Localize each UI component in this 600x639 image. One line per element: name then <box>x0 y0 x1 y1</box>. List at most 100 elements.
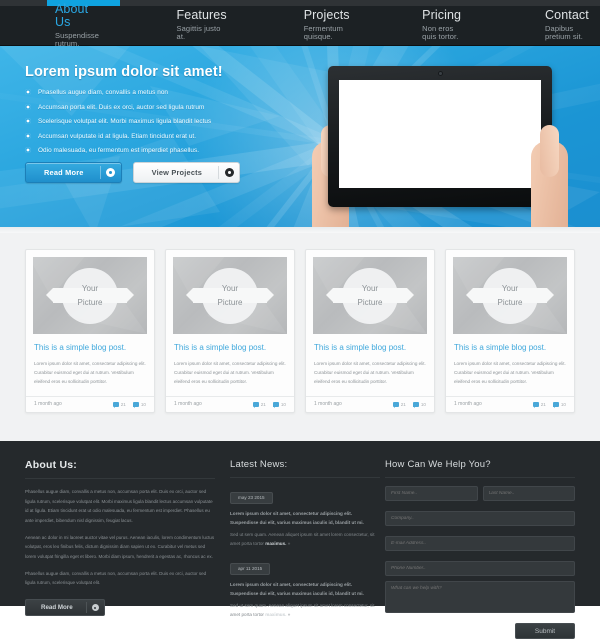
nav-item-projects[interactable]: Projects Fermentum quisque. <box>294 9 360 41</box>
blog-card-grid: Your Picture This is a simple blog post. Lo… <box>0 249 600 413</box>
list-item-label: Odio malesuada, eu fermentum est imperdi… <box>38 147 200 155</box>
picture-placeholder-label: Your Picture <box>453 282 567 310</box>
tablet-device <box>328 66 552 207</box>
list-item-label: Accumsan vulputate id at ligula. Etiam t… <box>38 132 197 140</box>
card-title[interactable]: This is a simple blog post. <box>34 343 147 352</box>
picture-top-label: Your <box>221 283 239 293</box>
hero-banner: Lorem ipsum dolor sit amet! Phasellus au… <box>0 46 600 227</box>
hand-right-icon <box>531 125 568 227</box>
picture-top-label: Your <box>501 283 519 293</box>
site-footer: About Us: Phasellus augue diam, convalli… <box>0 441 600 639</box>
card-title[interactable]: This is a simple blog post. <box>314 343 427 352</box>
comment-icon <box>132 401 139 409</box>
comment-icon <box>272 401 279 409</box>
read-more-button[interactable]: Read More <box>25 161 122 183</box>
views-meta: 21 <box>112 401 126 409</box>
footer-news-column: Latest News: may 23 2015 Lorem ipsum dolo… <box>230 459 380 639</box>
divider <box>25 478 215 479</box>
about-heading: About Us: <box>25 459 77 471</box>
card-footer: 1 month ago 21 10 <box>306 395 434 412</box>
nav-label: About Us <box>55 1 89 30</box>
webpage-template: About Us Suspendisse rutrum. Features Sa… <box>0 0 600 639</box>
comments-meta: 10 <box>412 401 426 409</box>
nav-item-contact[interactable]: Contact Dapibus pretium sit. <box>535 9 600 41</box>
footer-read-more-button[interactable]: Read More <box>25 599 105 617</box>
card-title[interactable]: This is a simple blog post. <box>454 343 567 352</box>
comments-meta: 10 <box>272 401 286 409</box>
card-timestamp: 1 month ago <box>34 401 62 408</box>
nav-sublabel: Dapibus pretium sit. <box>545 24 583 42</box>
divider <box>230 477 380 478</box>
blog-card[interactable]: Your Picture This is a simple blog post. Lo… <box>445 249 575 413</box>
nav-item-features[interactable]: Features Sagittis justo at. <box>167 9 237 41</box>
card-meta-group: 21 10 <box>112 401 146 409</box>
bullet-icon <box>25 132 31 139</box>
email-field[interactable] <box>385 536 575 551</box>
nav-label: Features <box>176 8 227 23</box>
blog-card[interactable]: Your Picture This is a simple blog post. Lo… <box>25 249 155 413</box>
news-date-badge: may 23 2015 <box>230 491 273 504</box>
about-paragraph: Aenean ac dolor in mi laoreet auctor vit… <box>25 534 215 560</box>
picture-bottom-label: Picture <box>497 297 523 307</box>
comment-icon <box>552 401 559 409</box>
news-lead: Lorem ipsum dolor sit amet, consectetur … <box>230 581 364 596</box>
last-name-field[interactable] <box>482 486 575 501</box>
message-field[interactable] <box>385 581 575 613</box>
comment-icon <box>412 401 419 409</box>
views-count: 21 <box>260 401 266 407</box>
submit-button[interactable]: Submit <box>515 623 575 639</box>
main-navigation[interactable]: About Us Suspendisse rutrum. Features Sa… <box>0 1 600 49</box>
views-count: 21 <box>540 401 546 407</box>
card-excerpt: Lorem ipsum dolor sit amet, consectetur … <box>174 361 286 385</box>
view-projects-button[interactable]: View Projects <box>132 161 241 183</box>
company-field[interactable] <box>385 511 575 526</box>
list-item-label: Scelerisque volutpat elit. Morbi maximus… <box>38 118 212 126</box>
card-title[interactable]: This is a simple blog post. <box>174 343 287 352</box>
bullet-icon <box>25 103 31 110</box>
comments-meta: 10 <box>132 401 146 409</box>
bullet-icon <box>25 147 31 154</box>
news-item: apr 11 2015 Lorem ipsum dolor sit amet, c… <box>230 557 380 619</box>
blog-card[interactable]: Your Picture This is a simple blog post. Lo… <box>305 249 435 413</box>
nav-sublabel: Fermentum quisque. <box>303 24 343 42</box>
views-meta: 21 <box>392 401 406 409</box>
picture-placeholder-label: Your Picture <box>33 282 147 310</box>
eye-icon <box>112 401 119 409</box>
picture-bottom-label: Picture <box>357 297 383 307</box>
divider <box>385 477 575 478</box>
picture-top-label: Your <box>81 283 99 293</box>
nav-item-about-us[interactable]: About Us Suspendisse rutrum. <box>45 1 112 49</box>
phone-field[interactable] <box>385 561 575 576</box>
footer-contact-form: How Can We Help You? Submit <box>385 459 575 639</box>
first-name-field[interactable] <box>385 486 478 501</box>
news-item: may 23 2015 Lorem ipsum dolor sit amet, c… <box>230 486 380 548</box>
about-paragraph: Phasellus augue diam, convallis a metus … <box>25 570 207 586</box>
about-paragraph: Phasellus augue diam, convallis a metus … <box>25 489 213 524</box>
news-lead: Lorem ipsum dolor sit amet, consectetur … <box>230 510 364 525</box>
comments-count: 10 <box>280 401 286 407</box>
news-heading: Latest News: <box>230 459 288 470</box>
comments-meta: 10 <box>552 401 566 409</box>
blog-card[interactable]: Your Picture This is a simple blog post. Lo… <box>165 249 295 413</box>
card-footer: 1 month ago 21 10 <box>26 395 154 412</box>
news-sub: Sed ut sem quam. Aenean aliquet ipsum si… <box>230 530 380 548</box>
card-excerpt: Lorem ipsum dolor sit amet, consectetur … <box>34 361 146 385</box>
card-timestamp: 1 month ago <box>174 401 202 408</box>
news-sub: Sed ut sem quam. Aenean aliquet ipsum si… <box>230 601 380 619</box>
card-thumbnail: Your Picture <box>173 257 287 334</box>
nav-label: Pricing <box>422 8 462 23</box>
card-timestamp: 1 month ago <box>314 401 342 408</box>
news-more-link[interactable]: » <box>288 612 291 617</box>
news-list: may 23 2015 Lorem ipsum dolor sit amet, c… <box>230 486 380 620</box>
nav-item-pricing[interactable]: Pricing Non eros quis tortor. <box>412 9 478 41</box>
arrow-circle-icon <box>101 167 121 177</box>
news-more-link[interactable]: » <box>288 541 291 546</box>
footer-about-column: About Us: Phasellus augue diam, convalli… <box>25 459 215 639</box>
comments-count: 10 <box>560 401 566 407</box>
button-label: Read More <box>41 604 73 612</box>
card-meta-group: 21 10 <box>532 401 566 409</box>
news-date-badge: apr 11 2015 <box>230 562 271 575</box>
blog-cards-section: Your Picture This is a simple blog post. Lo… <box>0 233 600 441</box>
picture-top-label: Your <box>361 283 379 293</box>
eye-icon <box>392 401 399 409</box>
